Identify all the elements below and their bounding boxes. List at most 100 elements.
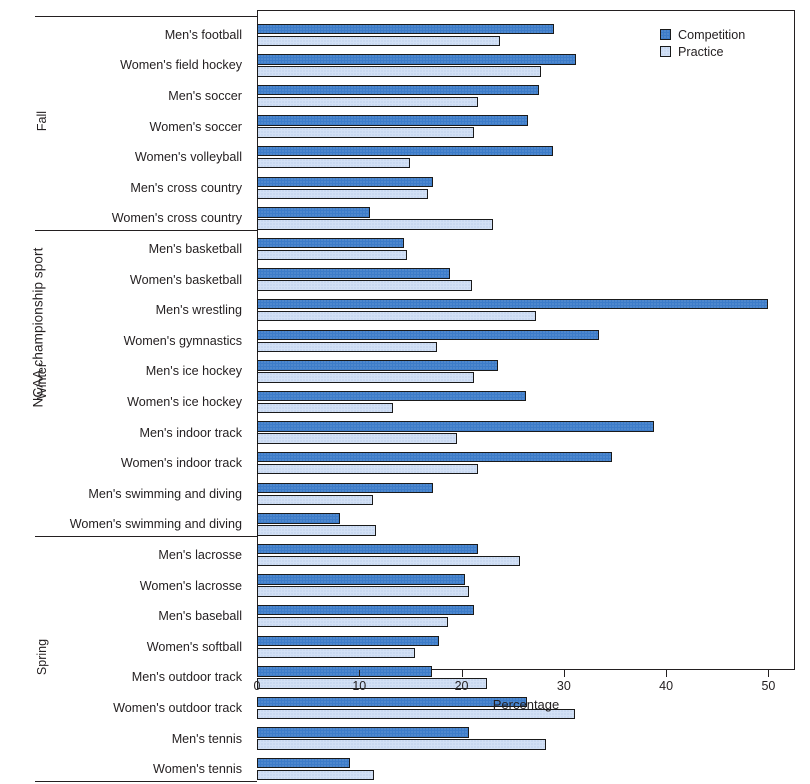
x-axis-tick-label: 20 (454, 679, 469, 693)
bar-practice (257, 280, 472, 291)
category-label: Men's baseball (158, 609, 242, 624)
bar-competition (257, 543, 478, 555)
bar-pair (257, 264, 795, 295)
bar-pair (257, 570, 795, 601)
x-axis-tick-label: 50 (761, 679, 776, 693)
bar-competition (257, 115, 529, 126)
group-divider (35, 536, 257, 538)
category-row: Women's tennis (35, 754, 795, 784)
bar-practice (257, 341, 437, 352)
category-row: Women's indoor track (35, 448, 795, 479)
bar-pair (257, 754, 795, 784)
category-row: Men's soccer (35, 81, 795, 112)
x-axis-tick-label: 40 (659, 679, 674, 693)
bar-chart: NCAA championship sport Men's football Wo… (0, 0, 810, 782)
bar-pair (257, 111, 795, 142)
bar-competition (257, 635, 440, 646)
bar-pair (257, 81, 795, 112)
season-group-label: Spring (35, 638, 49, 675)
category-label: Men's swimming and diving (88, 486, 242, 501)
category-label: Women's outdoor track (113, 700, 242, 715)
category-row: Men's cross country (35, 173, 795, 204)
bar-competition (257, 421, 654, 432)
bar-practice (257, 96, 478, 108)
bar-practice (257, 463, 478, 475)
bar-pair (257, 234, 795, 265)
category-label: Men's indoor track (139, 425, 243, 440)
bar-practice (257, 769, 374, 781)
category-row: Women's ice hockey (35, 387, 795, 418)
bar-competition (257, 574, 465, 585)
bar-competition (257, 360, 499, 371)
category-row: Men's indoor track (35, 417, 795, 448)
category-label: Women's ice hockey (127, 394, 242, 409)
x-axis-title: Percentage (492, 697, 560, 712)
legend: Competition Practice (660, 26, 745, 60)
category-row: Men's ice hockey (35, 356, 795, 387)
bar-pair (257, 173, 795, 204)
category-label: Women's volleyball (134, 150, 242, 165)
bar-competition (257, 390, 526, 402)
bar-competition (257, 604, 474, 616)
bar-competition (257, 145, 553, 157)
legend-label-competition: Competition (678, 27, 746, 42)
group-divider (35, 230, 257, 232)
category-label: Women's gymnastics (123, 333, 242, 348)
category-label: Women's cross country (111, 211, 242, 226)
bar-pair (257, 356, 795, 387)
group-divider (35, 781, 257, 782)
category-label: Men's wrestling (155, 303, 242, 318)
bar-practice (257, 525, 376, 536)
category-label: Women's indoor track (120, 456, 242, 471)
category-label: Women's basketball (129, 272, 242, 287)
category-row: Women's basketball (35, 264, 795, 295)
category-row: Men's outdoor track (35, 662, 795, 693)
bar-competition (257, 329, 599, 340)
category-rows: Men's football Women's field hockey Men's … (0, 0, 810, 782)
bar-pair (257, 540, 795, 571)
bar-competition (257, 54, 577, 65)
bar-pair (257, 723, 795, 754)
category-row: Men's baseball (35, 601, 795, 632)
bar-pair (257, 448, 795, 479)
bar-practice (257, 739, 547, 750)
bar-pair (257, 662, 795, 693)
legend-item-competition: Competition (660, 26, 745, 43)
bar-competition (257, 451, 612, 463)
bar-practice (257, 402, 394, 414)
bar-practice (257, 494, 373, 505)
x-axis-tick (666, 670, 668, 677)
category-row: Women's cross country (35, 203, 795, 234)
bar-practice (257, 249, 408, 261)
bar-practice (257, 35, 501, 46)
bar-practice (257, 188, 428, 199)
season-group-label: Winter (35, 363, 49, 400)
category-row: Men's wrestling (35, 295, 795, 326)
category-row: Women's lacrosse (35, 570, 795, 601)
category-row: Men's swimming and diving (35, 479, 795, 510)
bar-pair (257, 142, 795, 173)
bar-practice (257, 678, 488, 689)
category-label: Men's ice hockey (145, 364, 242, 379)
category-row: Women's volleyball (35, 142, 795, 173)
bar-practice (257, 616, 449, 628)
category-row: Women's soccer (35, 111, 795, 142)
category-label: Men's cross country (130, 180, 242, 195)
category-label: Women's tennis (153, 762, 242, 777)
category-label: Women's field hockey (120, 58, 242, 73)
bar-practice (257, 157, 411, 169)
bar-pair (257, 387, 795, 418)
bar-competition (257, 727, 469, 738)
bar-pair (257, 509, 795, 540)
category-row: Women's softball (35, 632, 795, 663)
bar-competition (257, 237, 405, 249)
category-label: Men's soccer (168, 88, 242, 103)
bar-pair (257, 326, 795, 357)
category-label: Men's basketball (148, 241, 242, 256)
x-axis-tick (359, 670, 361, 677)
bar-competition (257, 757, 351, 769)
x-axis-tick-label: 30 (556, 679, 571, 693)
x-axis-tick (563, 670, 565, 677)
category-label: Men's lacrosse (158, 547, 242, 562)
category-label: Women's lacrosse (139, 578, 242, 593)
